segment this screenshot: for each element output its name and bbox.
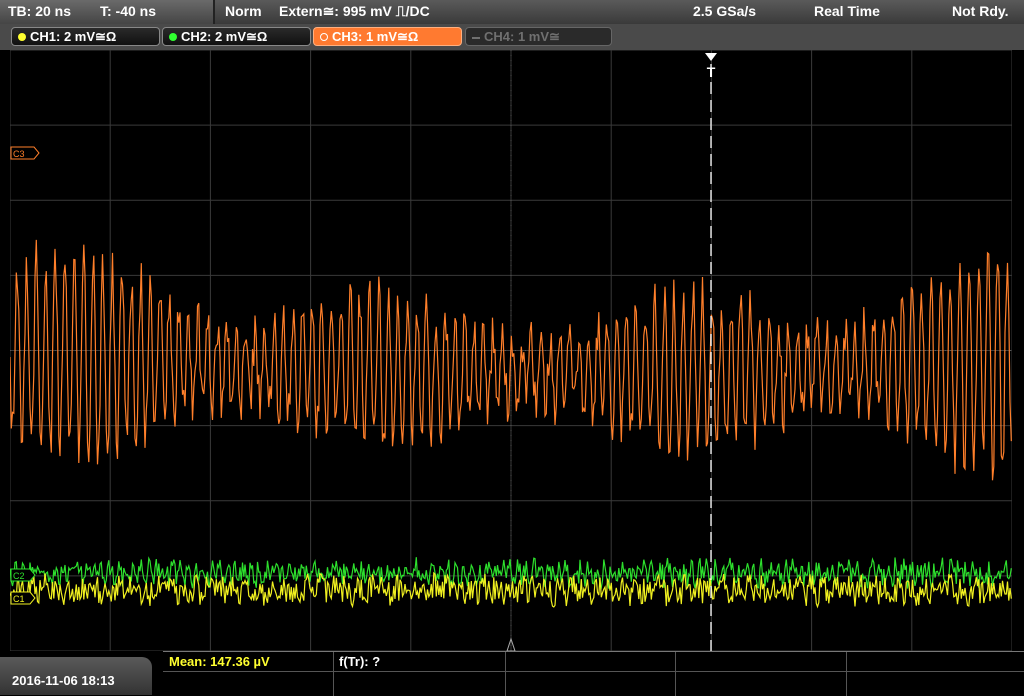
sample-rate-label: 2.5 GSa/s (693, 3, 757, 19)
status-bar: TB: 20 ns T: -40 ns Norm Extern≅: 995 mV… (0, 0, 1024, 24)
ch1-label: CH1: 2 mV≅Ω (30, 29, 117, 44)
channel-2-button[interactable]: CH2: 2 mV≅Ω (162, 27, 311, 46)
ch2-label: CH2: 2 mV≅Ω (181, 29, 268, 44)
ch4-label: CH4: 1 mV≅ (484, 29, 560, 44)
ch1-ref-label: C1 (13, 594, 25, 604)
channel-bar: CH1: 2 mV≅Ω CH2: 2 mV≅Ω CH3: 1 mV≅Ω CH4:… (0, 24, 1024, 50)
ch2-indicator-icon (169, 32, 177, 41)
mean-measurement[interactable]: Mean: 147.36 µV (169, 654, 270, 669)
datetime-label: 2016-11-06 18:13 (12, 673, 115, 688)
ch3-ref-label: C3 (13, 149, 25, 159)
channel-3-button[interactable]: CH3: 1 mV≅Ω (313, 27, 462, 46)
status-label: Not Rdy. (952, 3, 1009, 19)
ch1-indicator-icon (18, 32, 26, 41)
timebase-box[interactable]: TB: 20 ns T: -40 ns (0, 0, 215, 24)
waveform-display[interactable]: T C3 C2 C1 (10, 50, 1012, 651)
trigger-time-label: T: -40 ns (100, 3, 157, 19)
trigger-mode-label[interactable]: Norm (225, 3, 262, 19)
trigger-source-label[interactable]: Extern≅: 995 mV ⎍/DC (279, 3, 430, 20)
ch3-label: CH3: 1 mV≅Ω (332, 29, 419, 44)
channel-1-button[interactable]: CH1: 2 mV≅Ω (11, 27, 160, 46)
ch2-ref-label: C2 (13, 571, 25, 581)
ch3-indicator-icon (320, 32, 328, 41)
trigger-marker-icon[interactable]: T (705, 53, 717, 80)
datetime-tab[interactable]: 2016-11-06 18:13 (0, 657, 152, 695)
frequency-measurement[interactable]: f(Tr): ? (339, 654, 380, 669)
ch4-off-icon (472, 36, 480, 39)
ch3-ref-marker[interactable]: C3 (10, 146, 40, 160)
acquisition-mode-label: Real Time (814, 3, 880, 19)
measurement-panel: Mean: 147.36 µV f(Tr): ? (163, 651, 1024, 696)
trigger-marker-label: T (707, 64, 716, 80)
channel-4-button[interactable]: CH4: 1 mV≅ (465, 27, 612, 46)
timebase-label: TB: 20 ns (8, 3, 72, 19)
ch1-ref-marker[interactable]: C1 (10, 591, 36, 605)
ch2-ref-marker[interactable]: C2 (10, 568, 36, 582)
